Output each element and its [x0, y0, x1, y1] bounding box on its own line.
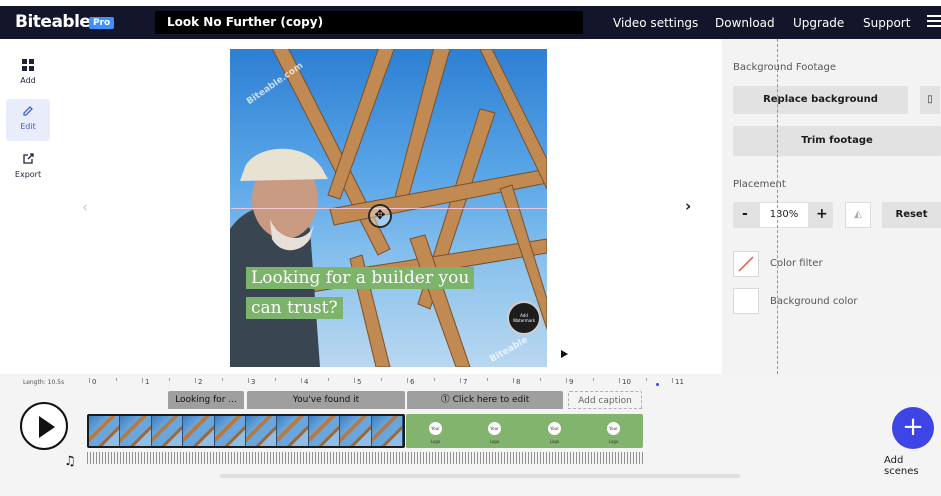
ruler-minor-tick	[380, 378, 382, 381]
ruler-minor-tick	[274, 378, 276, 381]
add-tool-label: Add	[20, 76, 36, 85]
background-color-label: Background color	[770, 296, 858, 307]
next-scene-chevron-icon[interactable]: ›	[685, 197, 691, 215]
clip-tab-youve-found-it[interactable]: You've found it	[247, 391, 405, 409]
clip-tab-click-here-to-edit[interactable]: ⓵ Click here to edit	[407, 391, 563, 409]
upgrade-link[interactable]: Upgrade	[793, 16, 844, 30]
ruler-tick	[195, 378, 196, 383]
ruler-tick	[619, 378, 620, 383]
editor-app: Biteable Pro Look No Further (copy) Vide…	[0, 0, 941, 496]
ruler-label: 10	[622, 378, 631, 386]
ruler-tick	[89, 378, 90, 383]
caption-line-1[interactable]: Looking for a builder you	[246, 267, 475, 289]
timeline-length: Length: 10.5s	[23, 379, 65, 386]
previous-scene-chevron-icon[interactable]: ‹	[82, 198, 88, 216]
move-handle-icon[interactable]: ✥	[368, 204, 392, 228]
ruler-minor-tick	[433, 378, 435, 381]
download-link[interactable]: Download	[715, 16, 775, 30]
ruler-minor-tick	[486, 378, 488, 381]
preview-play-icon[interactable]	[561, 350, 568, 358]
export-tool-button[interactable]: Export	[6, 147, 50, 189]
video-clip-track[interactable]	[87, 414, 405, 448]
ruler-label: 9	[569, 378, 574, 386]
video-settings-link[interactable]: Video settings	[613, 16, 698, 30]
ruler-label: 4	[304, 378, 309, 386]
ruler-label: 3	[251, 378, 256, 386]
logo-dot: Your Logo	[488, 422, 501, 444]
clip-tab-looking-for[interactable]: Looking for ...	[168, 391, 244, 409]
trim-footage-button[interactable]: Trim footage	[733, 126, 941, 156]
ruler-label: 11	[675, 378, 684, 386]
logo-clip[interactable]: Your Logo Your Logo Your Logo Your Logo	[406, 414, 643, 448]
playhead-marker[interactable]	[656, 383, 659, 386]
add-tool-button[interactable]: Add	[6, 53, 50, 95]
flip-icon[interactable]: ◭	[845, 202, 871, 228]
ruler-minor-tick	[168, 378, 170, 381]
ruler-tick	[142, 378, 143, 383]
timeline-scrollbar[interactable]	[220, 474, 740, 478]
zoom-increase-button[interactable]: +	[816, 206, 828, 222]
ruler-label: 0	[92, 378, 97, 386]
add-caption-button[interactable]: Add caption	[568, 391, 642, 409]
ruler-tick	[248, 378, 249, 383]
background-color-swatch[interactable]	[733, 288, 759, 314]
edit-tool-label: Edit	[20, 122, 36, 131]
play-button[interactable]	[20, 402, 68, 450]
logo-dot: Your Logo	[548, 422, 561, 444]
replace-background-button[interactable]: Replace background	[733, 86, 908, 114]
logo-dot: Your Logo	[429, 422, 442, 444]
play-icon	[39, 416, 55, 438]
export-tool-label: Export	[14, 170, 42, 179]
zoom-decrease-button[interactable]: -	[742, 206, 748, 222]
color-filter-swatch[interactable]	[733, 251, 759, 277]
zoom-value-field[interactable]: 130%	[759, 202, 809, 228]
left-toolbar: Add Edit Export	[0, 39, 58, 374]
ruler-minor-tick	[592, 378, 594, 381]
ruler-minor-tick	[115, 378, 117, 381]
grid-icon	[6, 59, 50, 75]
ruler-tick	[566, 378, 567, 383]
top-bar: Biteable Pro Look No Further (copy) Vide…	[0, 6, 941, 39]
background-footage-heading: Background Footage	[733, 62, 837, 73]
ruler-label: 8	[516, 378, 521, 386]
ruler-tick	[407, 378, 408, 383]
ruler-tick	[672, 378, 673, 383]
pro-badge: Pro	[89, 17, 115, 29]
zoom-stepper: - 130% +	[733, 202, 833, 228]
ruler-minor-tick	[645, 378, 647, 381]
add-scene-button[interactable]: +	[892, 407, 934, 449]
logo-dot: Your Logo	[607, 422, 620, 444]
ruler-minor-tick	[539, 378, 541, 381]
add-watermark-button[interactable]: Add Watermark	[507, 301, 541, 335]
clip-tab-click-here-label: Click here to edit	[452, 395, 530, 405]
audio-waveform[interactable]	[87, 452, 643, 464]
caption-line-2[interactable]: can trust?	[246, 297, 343, 319]
ruler-tick	[460, 378, 461, 383]
pencil-icon	[6, 105, 50, 121]
ruler-tick	[354, 378, 355, 383]
ruler-label: 1	[145, 378, 150, 386]
ruler-label: 6	[410, 378, 415, 386]
trash-icon[interactable]: ▯	[920, 86, 940, 114]
support-link[interactable]: Support	[863, 16, 910, 30]
alignment-guide	[777, 39, 778, 379]
export-icon	[6, 153, 50, 169]
hamburger-menu-icon[interactable]	[927, 15, 941, 29]
reset-button[interactable]: Reset	[882, 202, 941, 228]
ruler-label: 5	[357, 378, 362, 386]
ruler-tick	[301, 378, 302, 383]
music-note-icon[interactable]: ♫	[64, 454, 76, 469]
ruler-tick	[513, 378, 514, 383]
ruler-minor-tick	[327, 378, 329, 381]
clock-icon: ⓵	[440, 395, 453, 405]
app-logo[interactable]: Biteable	[15, 12, 91, 32]
ruler-minor-tick	[221, 378, 223, 381]
ruler-label: 2	[198, 378, 203, 386]
edit-tool-button[interactable]: Edit	[6, 99, 50, 141]
project-title-input[interactable]: Look No Further (copy)	[155, 11, 583, 34]
ruler-label: 7	[463, 378, 468, 386]
add-scenes-label: Add scenes	[884, 455, 919, 477]
